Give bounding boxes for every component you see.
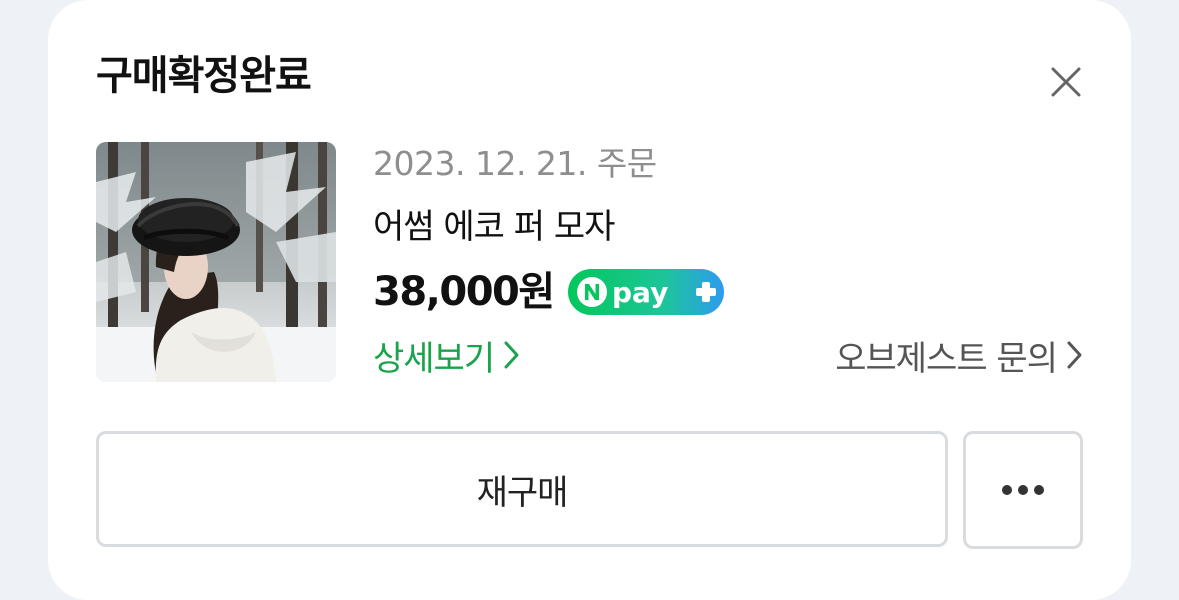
order-status-title: 구매확정완료 xyxy=(96,53,312,99)
chevron-right-icon xyxy=(1067,341,1082,369)
view-details-link[interactable]: 상세보기 xyxy=(373,330,522,380)
price-row: 38,000원 pay xyxy=(373,264,724,320)
npay-badge-text: pay xyxy=(612,276,668,309)
product-photo xyxy=(96,142,336,382)
more-options-button[interactable] xyxy=(963,431,1083,549)
seller-inquiry-label: 오브제스트 문의 xyxy=(835,338,1058,379)
order-date: 2023. 12. 21. 주문 xyxy=(373,144,657,183)
product-name[interactable]: 어썸 에코 퍼 모자 xyxy=(373,204,615,250)
npay-plus-badge: pay xyxy=(567,269,724,315)
product-thumbnail[interactable] xyxy=(96,142,336,382)
view-details-label: 상세보기 xyxy=(373,338,495,379)
chevron-right-icon xyxy=(504,341,519,369)
rebuy-button[interactable]: 재구매 xyxy=(96,431,948,547)
close-button[interactable] xyxy=(1044,60,1088,104)
seller-inquiry-link[interactable]: 오브제스트 문의 xyxy=(835,330,1085,380)
more-horizontal-icon xyxy=(1002,485,1044,495)
product-price: 38,000원 xyxy=(373,269,555,315)
order-card: 구매확정완료 2023. 12. 21. 주문 어썸 에코 퍼 모자 38,00… xyxy=(48,0,1131,600)
close-icon xyxy=(1051,67,1081,97)
